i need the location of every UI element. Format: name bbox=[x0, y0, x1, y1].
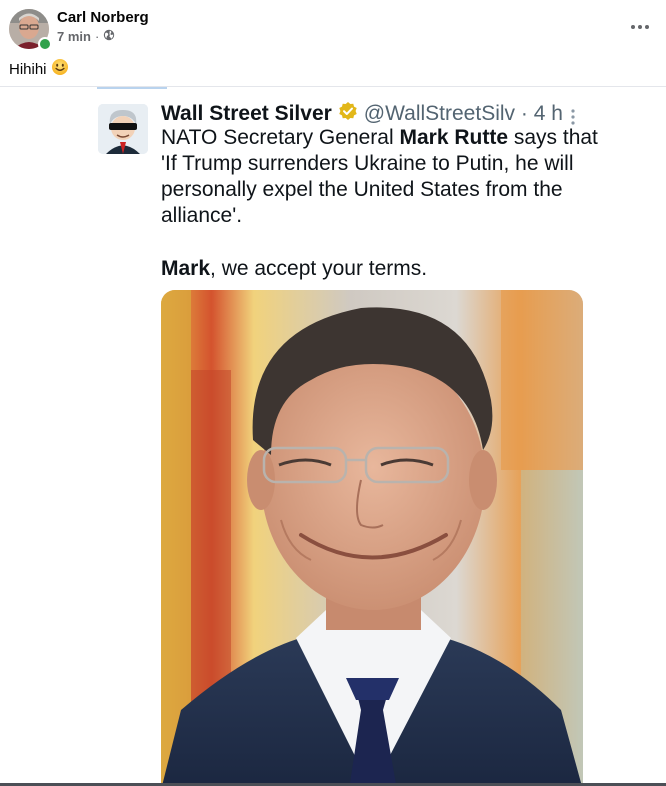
meta-separator: · bbox=[94, 29, 100, 44]
smile-emoji-icon bbox=[51, 58, 69, 80]
author-name[interactable]: Carl Norberg bbox=[57, 9, 149, 26]
tweet-body-bold: Mark bbox=[161, 257, 211, 280]
post-options-button[interactable] bbox=[628, 14, 652, 38]
tweet-author-name: Wall Street Silver bbox=[161, 102, 332, 125]
globe-icon bbox=[103, 29, 115, 44]
more-horizontal-icon bbox=[630, 17, 650, 35]
image-crop-edge bbox=[97, 87, 167, 89]
tweet-photo bbox=[161, 290, 583, 786]
tweet-body-part: NATO Secretary General bbox=[161, 126, 400, 149]
tweet-author-avatar bbox=[98, 104, 148, 154]
post-time[interactable]: 7 min bbox=[57, 29, 91, 44]
tweet-body-bold: Mark Rutte bbox=[399, 126, 509, 149]
post-caption: Hihihi bbox=[9, 58, 69, 80]
tweet-more-icon bbox=[568, 107, 578, 127]
online-status-dot bbox=[38, 37, 52, 51]
tweet-body-part: , we accept your terms. bbox=[210, 257, 428, 280]
post-meta: 7 min · bbox=[57, 29, 115, 44]
caption-text: Hihihi bbox=[9, 60, 47, 78]
verified-badge-icon bbox=[338, 101, 358, 127]
tweet-header: Wall Street Silver @WallStreetSilv · 4 h bbox=[161, 101, 563, 127]
tweet-body: NATO Secretary General Mark Rutte says t… bbox=[161, 125, 601, 229]
tweet-body-second-line: Mark, we accept your terms. bbox=[161, 257, 427, 281]
shared-tweet-image[interactable]: Wall Street Silver @WallStreetSilv · 4 h… bbox=[0, 87, 666, 786]
facebook-post: Carl Norberg 7 min · Hihihi Wall Street … bbox=[0, 0, 666, 786]
tweet-handle-time: @WallStreetSilv · 4 h bbox=[363, 102, 563, 125]
